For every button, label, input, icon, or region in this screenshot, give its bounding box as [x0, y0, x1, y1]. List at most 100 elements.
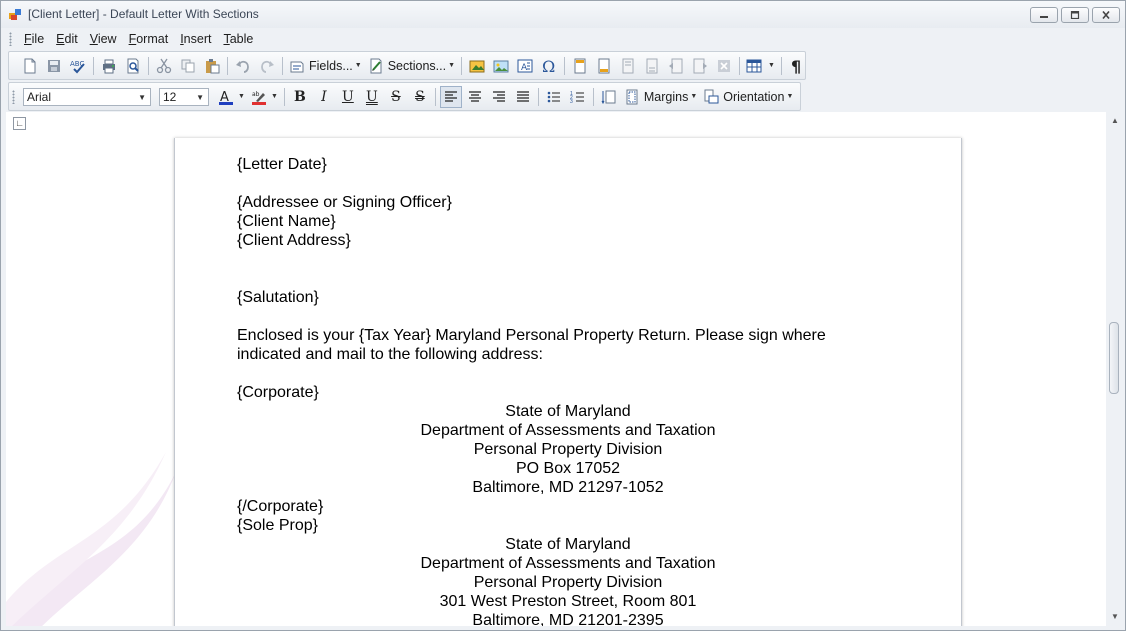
vertical-scrollbar[interactable]: ▲ ▼ [1106, 112, 1123, 626]
address-line[interactable]: Baltimore, MD 21297-1052 [237, 478, 899, 497]
insert-symbol-button[interactable]: Ω [538, 55, 560, 77]
address-line[interactable]: 301 West Preston Street, Room 801 [237, 592, 899, 611]
address-line[interactable]: Baltimore, MD 21201-2395 [237, 611, 899, 626]
print-button[interactable] [98, 55, 120, 77]
orientation-dropdown[interactable]: Orientation ▼ [700, 86, 796, 108]
print-preview-button[interactable] [122, 55, 144, 77]
goto-header-button[interactable] [617, 55, 639, 77]
address-line[interactable]: State of Maryland [237, 402, 899, 421]
next-section-button[interactable] [689, 55, 711, 77]
close-header-footer-icon [718, 59, 731, 72]
toolbar-grip [12, 89, 15, 104]
font-name-select[interactable]: Arial ▼ [23, 87, 151, 106]
paste-button[interactable] [201, 55, 223, 77]
align-left-button[interactable] [439, 85, 462, 108]
letter-date-field[interactable]: {Letter Date} [237, 155, 327, 174]
numbering-button[interactable]: 123 [567, 86, 589, 108]
paragraph-icon [601, 90, 616, 104]
new-document-icon [24, 58, 36, 73]
menu-table[interactable]: Table [217, 29, 259, 49]
chevron-down-icon: ▼ [448, 62, 456, 69]
address-line[interactable]: Department of Assessments and Taxation [237, 554, 899, 573]
toolbar-separator [592, 87, 594, 106]
numbered-list-icon: 123 [570, 91, 584, 105]
fields-label: Fields... [309, 58, 353, 73]
svg-text:3: 3 [570, 99, 573, 105]
menu-insert[interactable]: Insert [174, 29, 217, 49]
menu-grip [9, 32, 12, 46]
sections-dropdown[interactable]: Sections... ▼ [365, 55, 458, 77]
client-address-field[interactable]: {Client Address} [237, 231, 351, 250]
page-footer-icon [646, 58, 658, 73]
salutation-field[interactable]: {Salutation} [237, 288, 319, 307]
insert-image-button[interactable] [490, 55, 512, 77]
underline-button[interactable]: U [337, 86, 359, 108]
footer-button[interactable] [593, 55, 615, 77]
maximize-button[interactable] [1061, 7, 1089, 23]
align-right-button[interactable] [488, 86, 510, 108]
close-button[interactable] [1092, 7, 1120, 23]
toolbar-separator [564, 56, 566, 75]
margins-dropdown[interactable]: Margins ▼ [621, 86, 700, 108]
align-center-button[interactable] [464, 86, 486, 108]
menu-file[interactable]: File [18, 29, 50, 49]
address-line[interactable]: State of Maryland [237, 535, 899, 554]
header-button[interactable] [569, 55, 591, 77]
toolbar-separator [434, 87, 436, 106]
copy-button[interactable] [177, 55, 199, 77]
bold-button[interactable]: B [289, 86, 311, 108]
corporate-section-end[interactable]: {/Corporate} [237, 497, 323, 516]
corporate-section-start[interactable]: {Corporate} [237, 383, 319, 402]
svg-text:ab: ab [252, 91, 260, 98]
save-button[interactable] [43, 55, 65, 77]
address-line[interactable]: Department of Assessments and Taxation [237, 421, 899, 440]
previous-section-icon [669, 58, 683, 73]
redo-button[interactable] [256, 55, 278, 77]
justify-button[interactable] [512, 86, 534, 108]
minimize-button[interactable] [1030, 7, 1058, 23]
footer-icon [598, 58, 610, 73]
scrollbar-thumb[interactable] [1109, 322, 1119, 394]
previous-section-button[interactable] [665, 55, 687, 77]
paragraph-settings-button[interactable] [598, 86, 620, 108]
document-area[interactable]: ∟ {Letter Date} {Addressee or Signing Of… [6, 112, 1106, 626]
new-document-button[interactable] [19, 55, 41, 77]
chevron-down-icon: ▼ [238, 93, 245, 100]
font-name-value: Arial [27, 89, 52, 104]
insert-table-dropdown[interactable]: ▼ [743, 55, 778, 77]
document-page[interactable]: {Letter Date} {Addressee or Signing Offi… [174, 138, 962, 626]
close-header-footer-button[interactable] [713, 55, 735, 77]
double-underline-button[interactable]: U [361, 86, 383, 108]
fields-dropdown[interactable]: Fields... ▼ [286, 55, 365, 77]
menu-format[interactable]: Format [123, 29, 175, 49]
body-text-line[interactable]: indicated and mail to the following addr… [237, 345, 543, 364]
bullets-button[interactable] [543, 86, 565, 108]
sole-prop-section-start[interactable]: {Sole Prop} [237, 516, 318, 535]
cut-button[interactable] [153, 55, 175, 77]
insert-picture-button[interactable] [466, 55, 488, 77]
scroll-down-icon[interactable]: ▼ [1111, 612, 1119, 621]
italic-button[interactable]: I [313, 86, 335, 108]
insert-textbox-button[interactable]: A [514, 55, 536, 77]
undo-button[interactable] [232, 55, 254, 77]
menu-view[interactable]: View [84, 29, 123, 49]
show-formatting-marks-button[interactable]: ¶ [786, 55, 808, 77]
menu-bar: File Edit View Format Insert Table [6, 29, 1120, 49]
addressee-field[interactable]: {Addressee or Signing Officer} [237, 193, 452, 212]
font-color-dropdown[interactable]: A ▼ [215, 86, 248, 108]
goto-footer-button[interactable] [641, 55, 663, 77]
address-line[interactable]: Personal Property Division [237, 573, 899, 592]
body-text-line[interactable]: Enclosed is your {Tax Year} Maryland Per… [237, 326, 826, 345]
client-name-field[interactable]: {Client Name} [237, 212, 336, 231]
address-line[interactable]: Personal Property Division [237, 440, 899, 459]
font-size-select[interactable]: 12 ▼ [159, 87, 209, 106]
highlight-color-dropdown[interactable]: ab ▼ [248, 86, 281, 108]
double-strikethrough-button[interactable]: S [409, 86, 431, 108]
spellcheck-button[interactable]: ABC [67, 55, 89, 77]
scroll-up-icon[interactable]: ▲ [1111, 116, 1119, 125]
address-line[interactable]: PO Box 17052 [237, 459, 899, 478]
tab-stop-selector[interactable]: ∟ [13, 117, 26, 130]
application-window: [Client Letter] - Default Letter With Se… [0, 0, 1126, 631]
menu-edit[interactable]: Edit [50, 29, 84, 49]
strikethrough-button[interactable]: S [385, 86, 407, 108]
